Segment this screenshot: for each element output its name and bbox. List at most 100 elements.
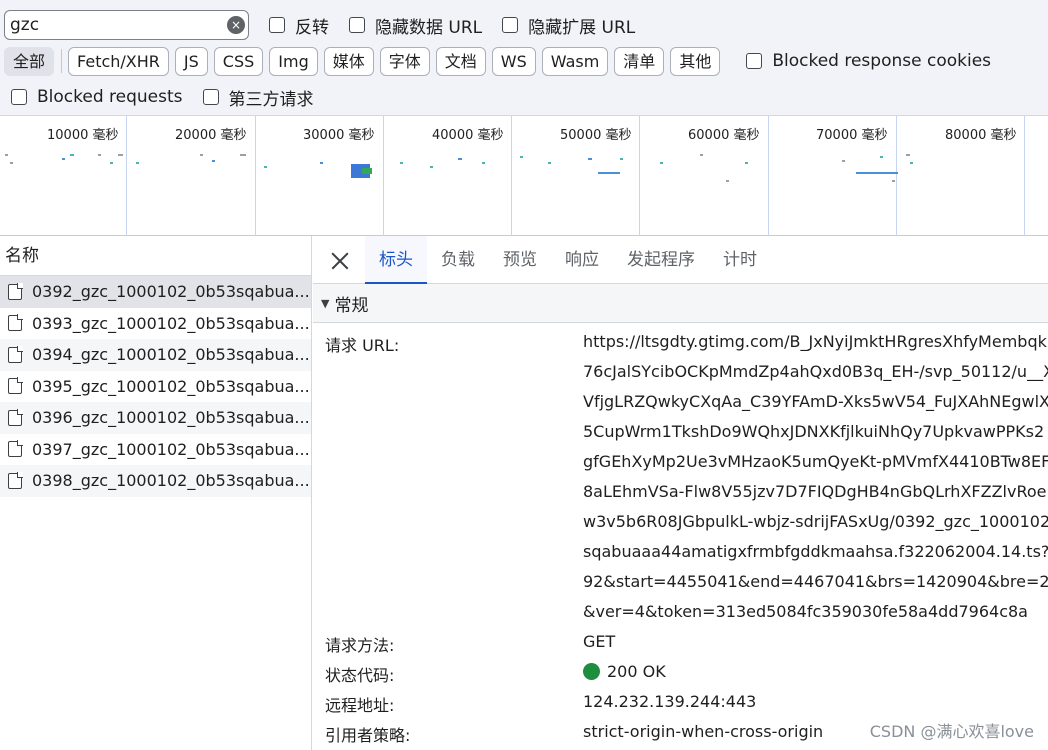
invert-label: 反转 [295, 17, 329, 38]
grid-line [126, 116, 127, 236]
request-row[interactable]: 0398_gzc_1000102_0b53sqabua... [0, 465, 311, 497]
type-filter-media[interactable]: 媒体 [323, 46, 374, 76]
activity-mark [482, 162, 485, 164]
detail-tabs: 标头 负载 预览 响应 发起程序 计时 [313, 236, 1048, 284]
type-filter-ws[interactable]: WS [491, 46, 536, 76]
request-row[interactable]: 0394_gzc_1000102_0b53sqabua... [0, 339, 311, 371]
request-detail-panel: 标头 负载 预览 响应 发起程序 计时 ▼ 常规 请求 URL: https:/… [313, 236, 1048, 750]
timeline-tick-label: 20000 毫秒 [175, 128, 247, 143]
network-filter-toolbar: × 反转 隐藏数据 URL 隐藏扩展 URL 全部 Fetch/XHR JS C… [0, 0, 1048, 115]
grid-line [896, 116, 897, 236]
activity-mark [5, 154, 8, 156]
request-url-line: w3v5b6R08JGbpulkL-wbjz-sdrijFASxUg/0392_… [583, 512, 1048, 531]
third-party-label: 第三方请求 [228, 89, 314, 110]
document-icon [8, 471, 23, 489]
type-filter-row: 全部 Fetch/XHR JS CSS Img 媒体 字体 文档 WS Wasm… [0, 44, 991, 78]
request-row[interactable]: 0393_gzc_1000102_0b53sqabua... [0, 308, 311, 340]
activity-mark [660, 162, 663, 164]
resource-type-filters: 全部 Fetch/XHR JS CSS Img 媒体 字体 文档 WS Wasm… [4, 46, 726, 76]
activity-block [362, 168, 372, 174]
activity-mark [200, 154, 203, 156]
status-ok-icon [583, 663, 600, 680]
general-section-header[interactable]: ▼ 常规 [313, 284, 1048, 323]
tab-response[interactable]: 响应 [551, 236, 613, 283]
filter-box[interactable]: × [4, 10, 249, 40]
activity-mark [892, 180, 895, 182]
timeline-tick-label: 80000 毫秒 [945, 128, 1017, 143]
request-url-line: &ver=4&token=313ed5084fc359030fe58a4dd79… [583, 602, 1028, 621]
activity-mark [62, 158, 65, 160]
request-url-line: 92&start=4455041&end=4467041&brs=1420904… [583, 572, 1048, 591]
clear-filter-icon[interactable]: × [227, 16, 245, 34]
activity-mark [700, 154, 703, 156]
tab-initiator[interactable]: 发起程序 [613, 236, 709, 283]
document-icon [8, 314, 23, 332]
type-filter-img[interactable]: Img [269, 46, 318, 76]
request-row[interactable]: 0395_gzc_1000102_0b53sqabua... [0, 371, 311, 403]
activity-mark [118, 154, 123, 156]
remote-address-value: 124.232.139.244:443 [583, 692, 757, 711]
request-url-line: gfGEhXyMp2Ue3vMHzaoK5umQyeKt-pMVmfX4410B… [583, 452, 1048, 471]
checkbox-icon[interactable] [746, 53, 763, 69]
invert-checkbox[interactable]: 反转 [269, 13, 329, 38]
grid-line [1024, 116, 1025, 236]
tab-preview[interactable]: 预览 [489, 236, 551, 283]
status-code-text: 200 OK [607, 662, 666, 681]
document-icon [8, 408, 23, 426]
request-method-value: GET [583, 632, 616, 651]
checkbox-icon[interactable] [349, 17, 365, 33]
grid-line [383, 116, 384, 236]
activity-mark [598, 172, 620, 174]
activity-mark [98, 154, 101, 156]
request-list-panel: 名称 0392_gzc_1000102_0b53sqabua... 0393_g… [0, 236, 312, 750]
request-row[interactable]: 0396_gzc_1000102_0b53sqabua... [0, 402, 311, 434]
activity-mark [588, 158, 592, 160]
checkbox-icon[interactable] [269, 17, 285, 33]
type-filter-css[interactable]: CSS [213, 46, 264, 76]
activity-mark [906, 154, 910, 156]
timeline-tick-label: 60000 毫秒 [688, 128, 760, 143]
activity-mark [430, 166, 433, 168]
checkbox-icon[interactable] [502, 17, 519, 33]
document-icon [8, 345, 23, 363]
tab-headers[interactable]: 标头 [365, 236, 427, 284]
request-row[interactable]: 0392_gzc_1000102_0b53sqabua... [0, 276, 311, 308]
type-filter-manifest[interactable]: 清单 [614, 46, 665, 76]
checkbox-icon[interactable] [11, 89, 27, 105]
general-section-title: 常规 [334, 295, 369, 316]
document-icon [8, 440, 23, 458]
document-icon [8, 282, 23, 300]
tab-payload[interactable]: 负载 [427, 236, 489, 283]
hide-data-url-checkbox[interactable]: 隐藏数据 URL [349, 13, 482, 38]
timeline-overview[interactable]: 10000 毫秒 20000 毫秒 30000 毫秒 40000 毫秒 5000… [0, 115, 1048, 236]
type-filter-wasm[interactable]: Wasm [541, 46, 609, 76]
blocked-requests-checkbox[interactable]: Blocked requests [11, 87, 183, 107]
checkbox-icon[interactable] [202, 89, 219, 105]
type-filter-other[interactable]: 其他 [670, 46, 721, 76]
close-icon[interactable] [313, 236, 365, 283]
request-name: 0393_gzc_1000102_0b53sqabua... [32, 313, 310, 333]
activity-mark [110, 162, 113, 164]
blocked-cookies-checkbox[interactable]: Blocked response cookies [746, 51, 991, 71]
type-filter-js[interactable]: JS [174, 46, 208, 76]
type-filter-fetch-xhr[interactable]: Fetch/XHR [68, 46, 169, 76]
tab-timing[interactable]: 计时 [709, 236, 771, 283]
request-name: 0398_gzc_1000102_0b53sqabua... [32, 471, 310, 491]
activity-mark [745, 162, 748, 164]
remote-address-label: 远程地址: [325, 696, 395, 715]
third-party-checkbox[interactable]: 第三方请求 [202, 85, 314, 110]
status-code-label: 状态代码: [325, 666, 395, 685]
type-filter-all[interactable]: 全部 [4, 46, 55, 76]
activity-mark [520, 156, 523, 158]
activity-mark [70, 154, 74, 156]
hide-extension-url-checkbox[interactable]: 隐藏扩展 URL [502, 13, 635, 38]
timeline-tick-label: 10000 毫秒 [47, 128, 119, 143]
type-filter-doc[interactable]: 文档 [435, 46, 486, 76]
filter-input[interactable] [10, 14, 220, 36]
request-name: 0394_gzc_1000102_0b53sqabua... [32, 345, 310, 365]
activity-mark [910, 162, 913, 164]
type-filter-font[interactable]: 字体 [379, 46, 430, 76]
activity-mark [320, 162, 323, 164]
name-column-header[interactable]: 名称 [0, 236, 311, 276]
request-row[interactable]: 0397_gzc_1000102_0b53sqabua... [0, 434, 311, 466]
